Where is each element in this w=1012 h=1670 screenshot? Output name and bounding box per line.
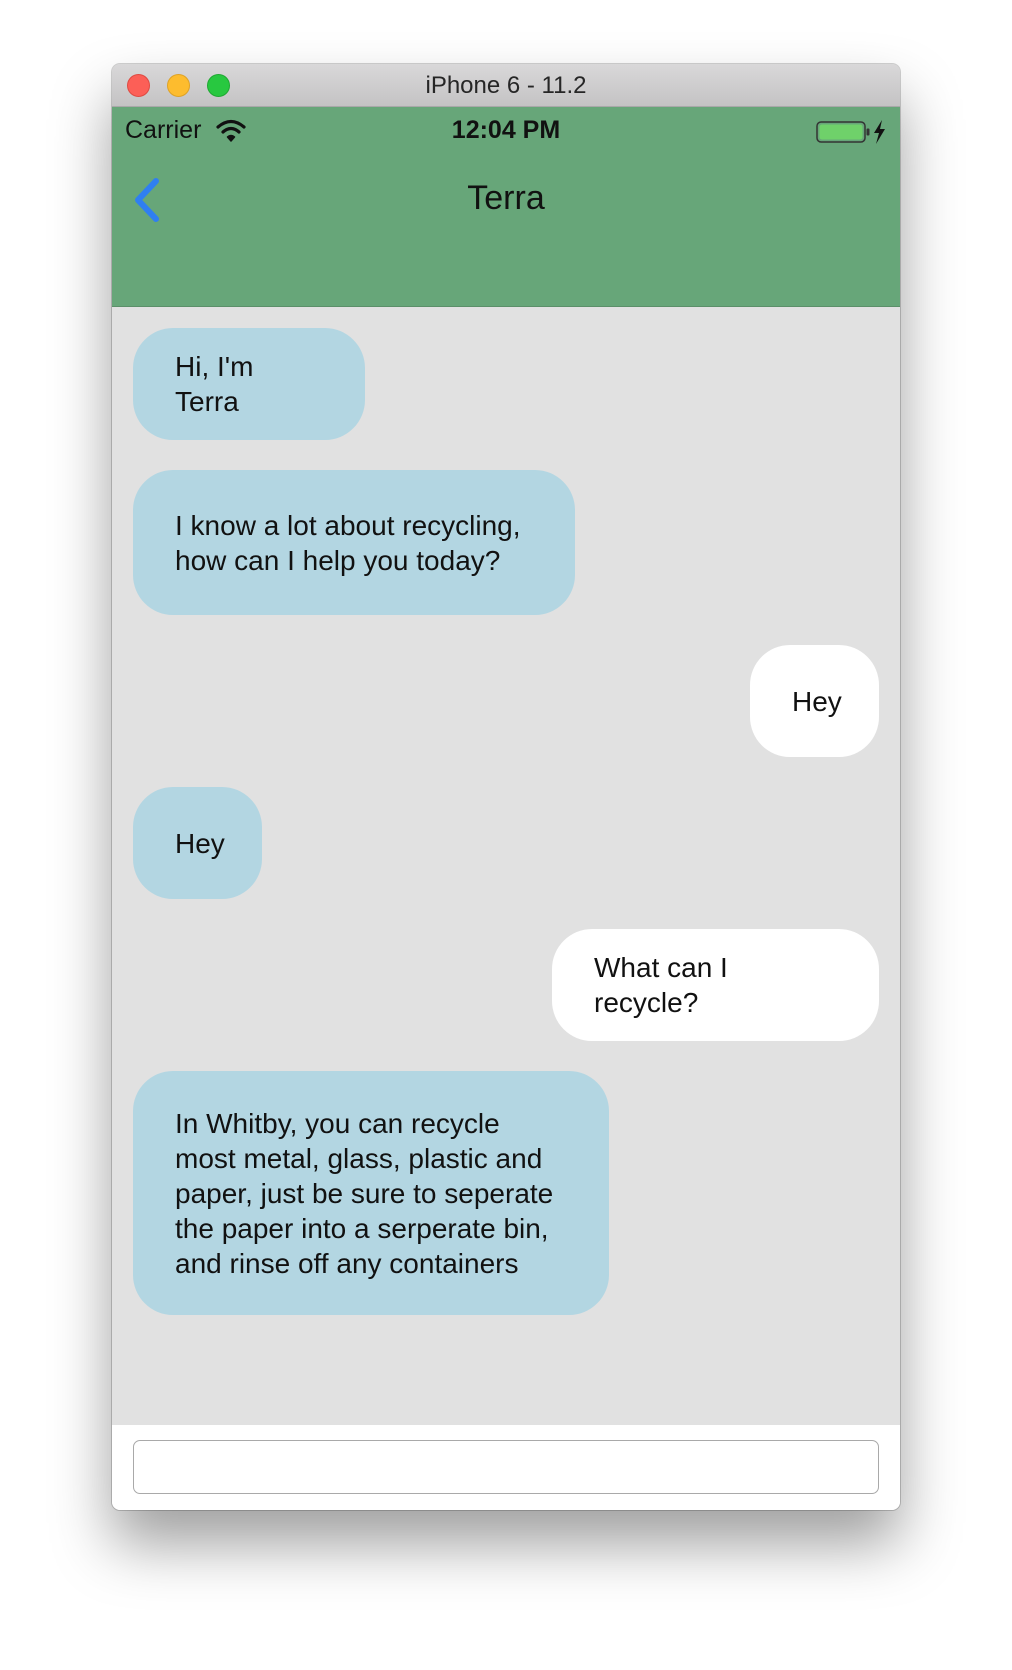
simulator-window: iPhone 6 - 11.2 Carrier 12:04 PM Terra H (112, 64, 900, 1510)
user-message: Hey (750, 645, 879, 757)
app-header: Carrier 12:04 PM Terra (112, 107, 900, 307)
battery-charging-icon (816, 120, 885, 144)
message-input[interactable] (133, 1440, 879, 1494)
bot-message: In Whitby, you can recycle most metal, g… (133, 1071, 609, 1315)
bot-message: Hey (133, 787, 262, 899)
bot-message: Hi, I'm Terra (133, 328, 365, 440)
bot-message: I know a lot about recycling, how can I … (133, 470, 575, 615)
window-title: iPhone 6 - 11.2 (425, 72, 587, 99)
status-time: 12:04 PM (451, 116, 561, 144)
screen: iPhone 6 - 11.2 Carrier 12:04 PM Terra H (0, 0, 1012, 1670)
chat-title: Terra (467, 179, 545, 217)
composer-bar (112, 1425, 900, 1510)
window-titlebar[interactable]: iPhone 6 - 11.2 (112, 64, 900, 107)
message-list[interactable]: Hi, I'm Terra I know a lot about recycli… (112, 307, 900, 1487)
user-message: What can I recycle? (552, 929, 879, 1041)
